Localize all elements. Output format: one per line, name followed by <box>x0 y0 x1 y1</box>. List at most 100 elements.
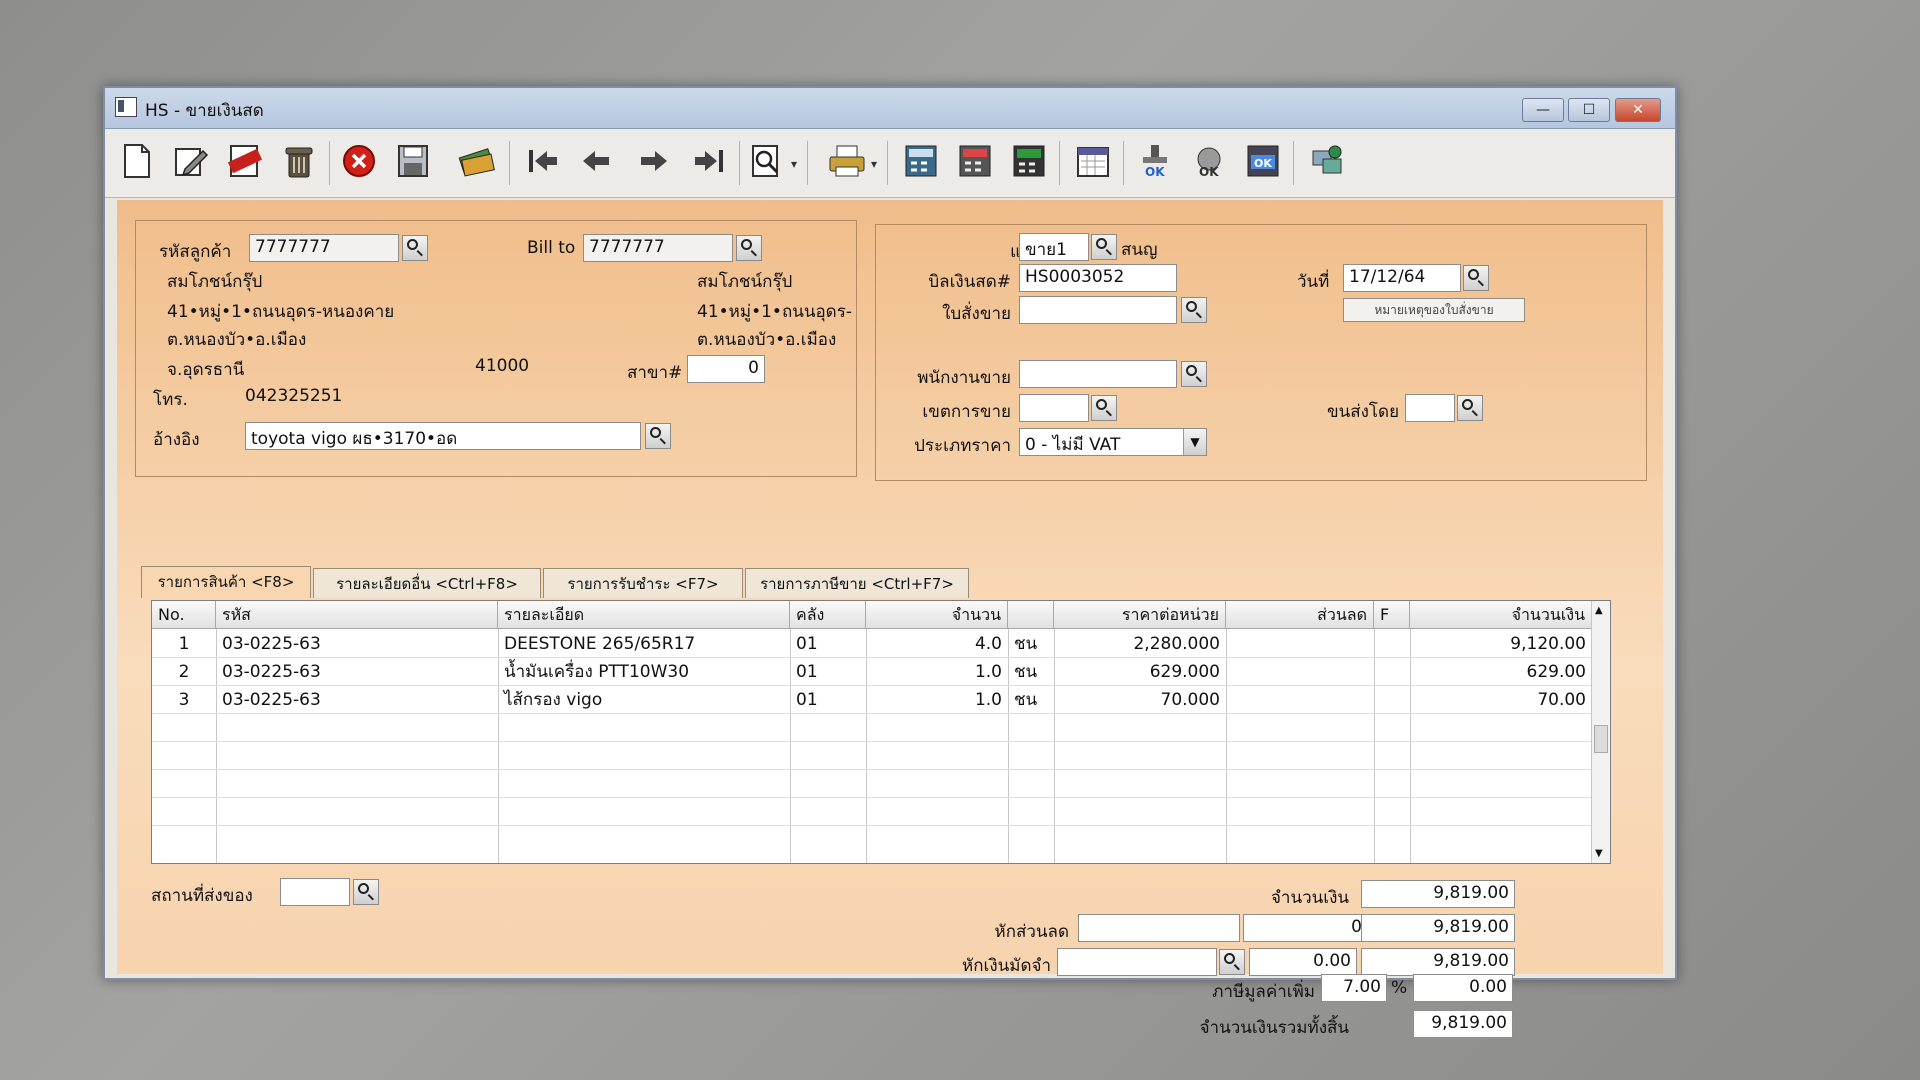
row3-discount[interactable] <box>1226 686 1374 714</box>
row3-unit-price[interactable]: 70.000 <box>1054 686 1226 714</box>
edit-icon[interactable] <box>171 141 211 181</box>
row1-unit-price[interactable]: 2,280.000 <box>1054 630 1226 658</box>
row2-code[interactable]: 03-0225-63 <box>216 658 498 686</box>
col-header-code[interactable]: รหัส <box>216 601 498 629</box>
row1-quantity[interactable]: 4.0 <box>866 630 1008 658</box>
row2-quantity[interactable]: 1.0 <box>866 658 1008 686</box>
price-type-select[interactable]: 0 - ไม่มี VAT ▼ <box>1019 428 1207 456</box>
save-icon[interactable] <box>393 141 433 181</box>
row2-f[interactable] <box>1374 658 1410 686</box>
row3-unit[interactable]: ชน <box>1008 686 1054 714</box>
trash-icon[interactable] <box>279 141 319 181</box>
salesperson-search-icon[interactable] <box>1181 361 1207 387</box>
row2-description[interactable]: น้ำมันเครื่อง PTT10W30 <box>498 658 790 686</box>
row2-discount[interactable] <box>1226 658 1374 686</box>
row1-warehouse[interactable]: 01 <box>790 630 866 658</box>
ok-tool-icon[interactable]: OK <box>1189 141 1229 181</box>
col-header-discount[interactable]: ส่วนลด <box>1226 601 1374 629</box>
col-header-f[interactable]: F <box>1374 601 1410 629</box>
row2-no[interactable]: 2 <box>152 658 216 686</box>
billto-search-icon[interactable] <box>736 235 762 261</box>
row3-amount[interactable]: 70.00 <box>1410 686 1592 714</box>
row1-unit[interactable]: ชน <box>1008 630 1054 658</box>
calendar-icon[interactable] <box>1073 141 1113 181</box>
maximize-button[interactable]: ☐ <box>1568 98 1610 122</box>
col-header-description[interactable]: รายละเอียด <box>498 601 790 629</box>
sales-area-input[interactable] <box>1019 394 1089 422</box>
date-input[interactable]: 17/12/64 <box>1343 264 1461 292</box>
first-record-icon[interactable] <box>523 141 563 181</box>
scroll-thumb[interactable] <box>1594 725 1608 753</box>
department-search-icon[interactable] <box>1091 234 1117 260</box>
calculator-icon[interactable] <box>901 141 941 181</box>
row3-code[interactable]: 03-0225-63 <box>216 686 498 714</box>
scroll-up-icon[interactable]: ▲ <box>1595 605 1603 616</box>
row1-description[interactable]: DEESTONE 265/65R17 <box>498 630 790 658</box>
col-header-warehouse[interactable]: คลัง <box>790 601 866 629</box>
grid-scrollbar[interactable]: ▲ ▼ <box>1591 601 1610 863</box>
branch-input[interactable]: 0 <box>687 355 765 383</box>
row2-amount[interactable]: 629.00 <box>1410 658 1592 686</box>
row1-amount[interactable]: 9,120.00 <box>1410 630 1592 658</box>
row3-f[interactable] <box>1374 686 1410 714</box>
ok-stamp-icon[interactable]: OK <box>1135 141 1175 181</box>
row1-f[interactable] <box>1374 630 1410 658</box>
col-header-unit-price[interactable]: ราคาต่อหน่วย <box>1054 601 1226 629</box>
deposit-amount[interactable]: 0.00 <box>1249 948 1357 976</box>
minimize-button[interactable]: — <box>1522 98 1564 122</box>
sales-order-search-icon[interactable] <box>1181 297 1207 323</box>
salesperson-input[interactable] <box>1019 360 1177 388</box>
row2-unit[interactable]: ชน <box>1008 658 1054 686</box>
calculator-3-icon[interactable] <box>1009 141 1049 181</box>
tab-sales-tax[interactable]: รายการภาษีขาย <Ctrl+F7> <box>745 568 969 598</box>
discount-input[interactable] <box>1078 914 1240 942</box>
customer-code-input[interactable]: 7777777 <box>249 234 399 262</box>
cancel-icon[interactable] <box>339 141 379 181</box>
reference-search-icon[interactable] <box>645 423 671 449</box>
cash-bill-input[interactable]: HS0003052 <box>1019 264 1177 292</box>
row1-code[interactable]: 03-0225-63 <box>216 630 498 658</box>
tab-other-details[interactable]: รายละเอียดอื่น <Ctrl+F8> <box>313 568 541 598</box>
deposit-search-icon[interactable] <box>1219 949 1245 975</box>
department-input[interactable]: ขาย1 <box>1019 233 1089 261</box>
money-icon[interactable] <box>457 141 497 181</box>
col-header-unit[interactable] <box>1008 601 1054 629</box>
delivery-location-input[interactable] <box>280 878 350 906</box>
sales-order-note-button[interactable]: หมายเหตุของใบสั่งขาย <box>1343 298 1525 322</box>
last-record-icon[interactable] <box>689 141 729 181</box>
row1-no[interactable]: 1 <box>152 630 216 658</box>
tab-items[interactable]: รายการสินค้า <F8> <box>141 566 311 598</box>
sales-area-search-icon[interactable] <box>1091 395 1117 421</box>
col-header-no[interactable]: No. <box>152 601 216 629</box>
col-header-amount[interactable]: จำนวนเงิน <box>1410 601 1592 629</box>
row3-no[interactable]: 3 <box>152 686 216 714</box>
deposit-input[interactable] <box>1057 948 1217 976</box>
void-icon[interactable] <box>225 141 265 181</box>
next-record-icon[interactable] <box>633 141 673 181</box>
row3-description[interactable]: ไส้กรอง vigo <box>498 686 790 714</box>
reference-input[interactable]: toyota vigo ผธ•3170•อด <box>245 422 641 450</box>
customer-search-icon[interactable] <box>402 235 428 261</box>
calculator-2-icon[interactable] <box>955 141 995 181</box>
tab-payments[interactable]: รายการรับชำระ <F7> <box>543 568 743 598</box>
row3-quantity[interactable]: 1.0 <box>866 686 1008 714</box>
ok-check-icon[interactable]: OK <box>1243 141 1283 181</box>
row1-discount[interactable] <box>1226 630 1374 658</box>
close-button[interactable]: ✕ <box>1615 98 1661 122</box>
shipping-input[interactable] <box>1405 394 1455 422</box>
print-icon[interactable] <box>827 141 867 181</box>
shipping-search-icon[interactable] <box>1457 395 1483 421</box>
col-header-quantity[interactable]: จำนวน <box>866 601 1008 629</box>
row3-warehouse[interactable]: 01 <box>790 686 866 714</box>
row2-unit-price[interactable]: 629.000 <box>1054 658 1226 686</box>
scroll-down-icon[interactable]: ▼ <box>1595 848 1603 859</box>
delivery-location-search-icon[interactable] <box>353 879 379 905</box>
network-icon[interactable] <box>1307 141 1347 181</box>
new-document-icon[interactable] <box>117 141 157 181</box>
sales-order-input[interactable] <box>1019 296 1177 324</box>
billto-input[interactable]: 7777777 <box>583 234 733 262</box>
date-search-icon[interactable] <box>1463 265 1489 291</box>
chevron-down-icon[interactable]: ▼ <box>1183 429 1206 455</box>
row2-warehouse[interactable]: 01 <box>790 658 866 686</box>
previous-record-icon[interactable] <box>577 141 617 181</box>
